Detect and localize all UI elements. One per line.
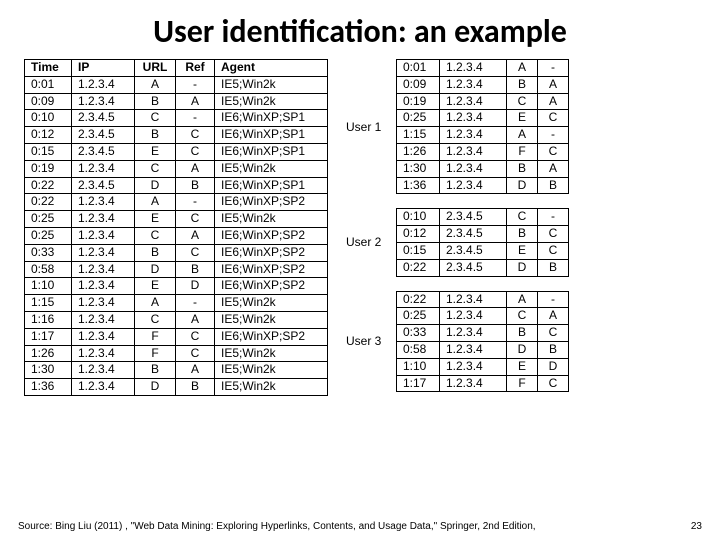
table-row: 0:581.2.3.4DBIE6;WinXP;SP2 xyxy=(25,261,328,278)
table-row: 1:161.2.3.4CAIE5;Win2k xyxy=(25,311,328,328)
user-group-label: User 1 xyxy=(346,120,390,134)
table-row: 1:261.2.3.4FC xyxy=(397,143,569,160)
column-header: IP xyxy=(72,60,135,77)
table-row: 1:361.2.3.4DB xyxy=(397,177,569,194)
table-row: 0:152.3.4.5EC xyxy=(397,242,569,259)
table-row: 0:331.2.3.4BCIE6;WinXP;SP2 xyxy=(25,244,328,261)
table-row: 0:011.2.3.4A- xyxy=(397,60,569,77)
table-row: 0:011.2.3.4A-IE5;Win2k xyxy=(25,76,328,93)
page-number: 23 xyxy=(691,521,702,532)
column-header: Agent xyxy=(215,60,328,77)
table-row: 0:222.3.4.5DBIE6;WinXP;SP1 xyxy=(25,177,328,194)
table-row: 0:251.2.3.4CAIE6;WinXP;SP2 xyxy=(25,227,328,244)
user-session-table: 0:011.2.3.4A-0:091.2.3.4BA0:191.2.3.4CA0… xyxy=(396,59,569,194)
main-log-table: TimeIPURLRefAgent 0:011.2.3.4A-IE5;Win2k… xyxy=(24,59,328,396)
table-row: 0:122.3.4.5BCIE6;WinXP;SP1 xyxy=(25,127,328,144)
table-row: 1:101.2.3.4ED xyxy=(397,358,569,375)
table-row: 1:171.2.3.4FC xyxy=(397,375,569,392)
table-row: 1:301.2.3.4BA xyxy=(397,160,569,177)
column-header: Ref xyxy=(176,60,215,77)
table-row: 1:151.2.3.4A- xyxy=(397,127,569,144)
table-row: 0:102.3.4.5C-IE6;WinXP;SP1 xyxy=(25,110,328,127)
table-row: 0:581.2.3.4DB xyxy=(397,341,569,358)
table-row: 1:171.2.3.4FCIE6;WinXP;SP2 xyxy=(25,328,328,345)
user-group-label: User 2 xyxy=(346,235,390,249)
table-row: 0:221.2.3.4A- xyxy=(397,291,569,308)
table-row: 0:122.3.4.5BC xyxy=(397,226,569,243)
table-row: 1:151.2.3.4A-IE5;Win2k xyxy=(25,295,328,312)
table-row: 0:152.3.4.5ECIE6;WinXP;SP1 xyxy=(25,143,328,160)
table-row: 1:301.2.3.4BAIE5;Win2k xyxy=(25,362,328,379)
table-row: 0:102.3.4.5C- xyxy=(397,209,569,226)
table-row: 1:101.2.3.4EDIE6;WinXP;SP2 xyxy=(25,278,328,295)
table-row: 0:091.2.3.4BA xyxy=(397,76,569,93)
table-row: 0:251.2.3.4CA xyxy=(397,308,569,325)
table-row: 0:221.2.3.4A-IE6;WinXP;SP2 xyxy=(25,194,328,211)
table-row: 0:191.2.3.4CA xyxy=(397,93,569,110)
user-group-label: User 3 xyxy=(346,334,390,348)
table-row: 0:251.2.3.4ECIE5;Win2k xyxy=(25,211,328,228)
source-citation: Source: Bing Liu (2011) , "Web Data Mini… xyxy=(18,521,536,532)
table-row: 1:361.2.3.4DBIE5;Win2k xyxy=(25,379,328,396)
table-row: 1:261.2.3.4FCIE5;Win2k xyxy=(25,345,328,362)
column-header: Time xyxy=(25,60,72,77)
table-row: 0:222.3.4.5DB xyxy=(397,259,569,276)
table-row: 0:331.2.3.4BC xyxy=(397,325,569,342)
user-session-table: 0:221.2.3.4A-0:251.2.3.4CA0:331.2.3.4BC0… xyxy=(396,291,569,393)
column-header: URL xyxy=(135,60,176,77)
table-row: 0:091.2.3.4BAIE5;Win2k xyxy=(25,93,328,110)
slide-title: User identification: an example xyxy=(24,12,696,51)
user-session-table: 0:102.3.4.5C-0:122.3.4.5BC0:152.3.4.5EC0… xyxy=(396,208,569,276)
table-row: 0:251.2.3.4EC xyxy=(397,110,569,127)
table-row: 0:191.2.3.4CAIE5;Win2k xyxy=(25,160,328,177)
